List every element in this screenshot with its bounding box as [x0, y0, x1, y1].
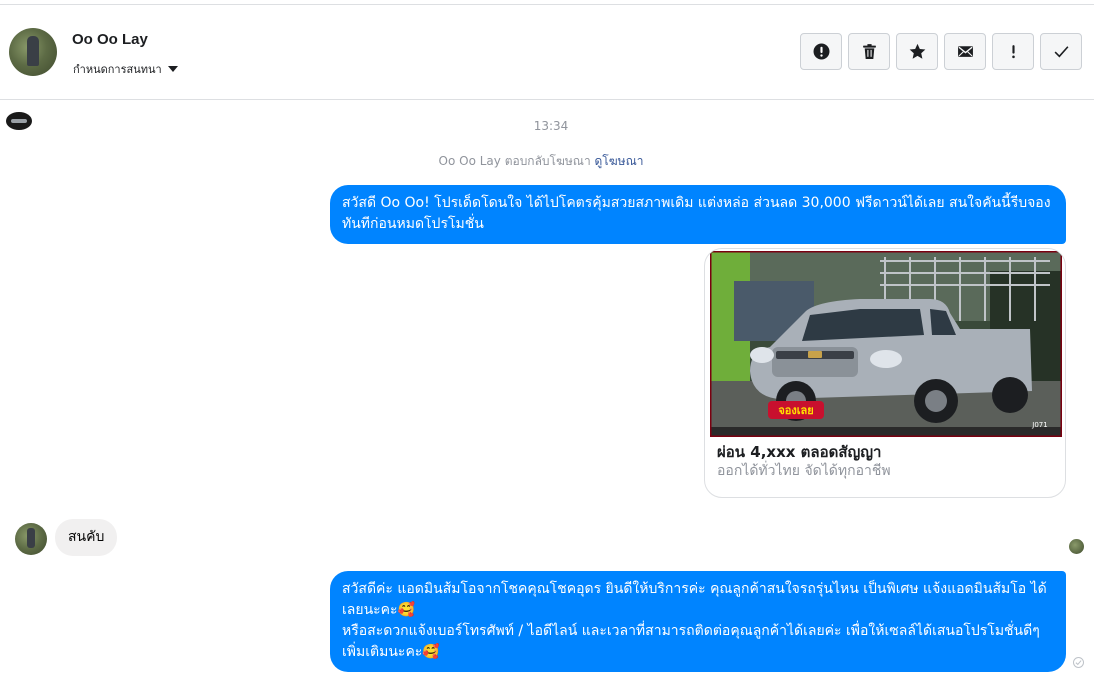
trash-icon: [862, 44, 876, 59]
conversation-header: Oo Oo Lay กำหนดการสนทนา: [0, 5, 1094, 100]
follow-up-button[interactable]: [992, 33, 1034, 70]
contact-name[interactable]: Oo Oo Lay: [72, 31, 148, 48]
view-ad-link[interactable]: ดูโฆษณา: [595, 154, 644, 168]
checkmark-icon: [1054, 46, 1068, 58]
ad-image-code: J071: [1031, 421, 1047, 429]
seen-indicator-avatar: [1069, 539, 1084, 554]
report-spam-button[interactable]: [800, 33, 842, 70]
outgoing-message[interactable]: สวัสดีค่ะ แอดมินส้มโอจากโชคคุณโชคอุดร ยิ…: [330, 571, 1066, 672]
ad-image: จองเลย J071: [710, 251, 1062, 437]
caret-down-icon: [167, 66, 178, 72]
star-button[interactable]: [896, 33, 938, 70]
contact-avatar[interactable]: [9, 28, 57, 76]
incoming-message[interactable]: สนคับ: [55, 519, 118, 556]
envelope-icon: [957, 46, 973, 57]
delete-button[interactable]: [848, 33, 890, 70]
exclamation-circle-icon: [813, 43, 829, 60]
ad-reply-text: Oo Oo Lay ตอบกลับโฆษณา: [438, 154, 591, 168]
message-timestamp: 13:34: [533, 119, 569, 133]
outgoing-message[interactable]: สวัสดี Oo Oo! โปรเด็ดโดนใจ ได้ไปโคตรคุ้ม…: [330, 185, 1066, 244]
mark-done-button[interactable]: [1040, 33, 1082, 70]
ad-card[interactable]: จองเลย J071 ผ่อน 4,xxx ตลอดสัญญา ออกได้ท…: [704, 248, 1066, 498]
star-icon: [909, 43, 925, 59]
manage-conversation-dropdown[interactable]: กำหนดการสนทนา: [73, 60, 178, 78]
ad-image-badge: จองเลย: [778, 404, 813, 417]
mark-unread-button[interactable]: [944, 33, 986, 70]
sent-status-icon: [1073, 657, 1084, 668]
contact-avatar-small[interactable]: [15, 523, 47, 555]
header-toolbar: [800, 33, 1082, 70]
manage-conversation-label: กำหนดการสนทนา: [73, 63, 162, 76]
exclamation-icon: [1011, 45, 1015, 59]
pickup-truck-photo: จองเลย J071: [710, 251, 1062, 437]
ad-reply-notice: Oo Oo Lay ตอบกลับโฆษณา ดูโฆษณา: [0, 152, 1082, 171]
ad-subtitle: ออกได้ทั่วไทย จัดได้ทุกอาชีพ: [717, 463, 891, 479]
outgoing-message-line: สวัสดีค่ะ แอดมินส้มโอจากโชคคุณโชคอุดร ยิ…: [342, 581, 1047, 660]
